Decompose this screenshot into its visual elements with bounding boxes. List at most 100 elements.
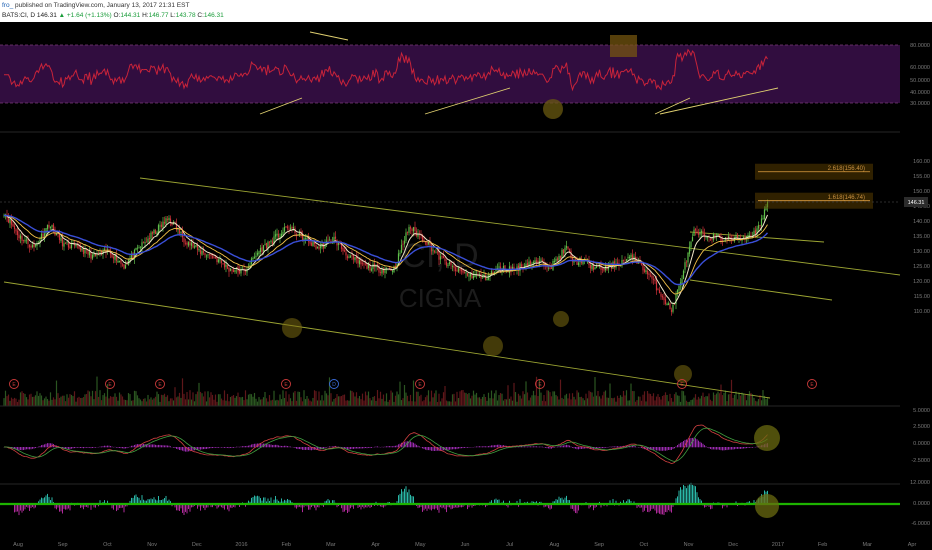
candle-body <box>441 256 443 258</box>
macd-hist-bar <box>78 447 80 448</box>
volume-bar <box>283 398 286 406</box>
candle-body <box>205 255 208 257</box>
macd-hist-bar <box>350 447 351 450</box>
candle-body <box>168 217 170 221</box>
macd-hist-bar <box>348 447 350 450</box>
volume-bar <box>30 393 32 406</box>
macd-hist-bar <box>614 446 615 448</box>
macd-hist-bar <box>269 444 270 448</box>
macd-hist-bar <box>741 447 743 449</box>
volume-bar <box>576 390 578 406</box>
candle-body <box>309 241 311 244</box>
x-tick-label: Oct <box>640 542 649 548</box>
macd-hist-bar <box>198 447 200 450</box>
candle-body <box>148 238 151 240</box>
volume-bar <box>97 396 100 406</box>
macd-hist-bar <box>173 447 174 448</box>
volume-bar <box>750 392 752 406</box>
volume-bar <box>411 401 413 406</box>
author-link[interactable]: fro_ <box>2 2 13 9</box>
fib-level-label: 1.618(146.74) <box>828 195 865 201</box>
volume-bar <box>280 399 283 406</box>
volume-bar <box>171 398 173 406</box>
volume-bar <box>10 397 13 406</box>
macd-hist-bar <box>170 446 171 448</box>
volume-bar <box>348 400 350 406</box>
volume-bar <box>6 396 8 406</box>
volume-bar <box>741 392 743 406</box>
candle-body <box>486 278 488 281</box>
volume-bar <box>36 391 38 406</box>
volume-bar <box>315 391 317 406</box>
macd-hist-bar <box>282 446 284 448</box>
candle-body <box>706 237 709 238</box>
macd-hist-bar <box>569 445 570 448</box>
candle-body <box>327 239 329 241</box>
macd-hist-bar <box>732 447 734 450</box>
macd-hist-bar <box>164 445 165 448</box>
candle-body <box>151 231 154 234</box>
momentum-bar <box>680 487 681 505</box>
symbol-label[interactable]: BATS:CI, D <box>2 12 35 19</box>
macd-hist-bar <box>20 447 21 450</box>
swing-low-circle <box>483 336 503 356</box>
candle-body <box>124 265 127 269</box>
candle-body <box>370 268 373 271</box>
volume-bar <box>204 391 206 406</box>
candle-body <box>444 258 446 262</box>
volume-bar <box>720 384 722 406</box>
candle-body <box>13 225 16 229</box>
volume-bar <box>763 395 766 406</box>
macd-hist-bar <box>66 447 68 449</box>
macd-hist-bar <box>347 447 348 450</box>
volume-bar <box>375 400 377 406</box>
volume-bar <box>552 391 554 406</box>
candle-body <box>702 230 704 232</box>
macd-hist-bar <box>71 447 72 449</box>
macd-hist-bar <box>434 447 435 451</box>
candle-body <box>693 229 695 236</box>
channel-line <box>689 279 833 301</box>
candle-body <box>60 237 62 242</box>
chart-canvas[interactable]: CI, D CIGNA 2.618(156.40) 1.618(146.74) E E… <box>0 22 932 550</box>
macd-hist-bar <box>546 447 548 449</box>
candle-body <box>520 264 523 267</box>
candle-body <box>216 258 218 263</box>
macd-hist-bar <box>735 447 737 449</box>
macd-hist-bar <box>101 446 102 448</box>
volume-bar <box>303 390 305 406</box>
candle-body <box>364 263 367 265</box>
candle-body <box>405 232 407 241</box>
price-tick-label: 150.00 <box>913 189 930 195</box>
macd-hist-bar <box>45 443 47 448</box>
volume-bar <box>126 400 128 406</box>
candle-body <box>424 242 427 244</box>
candle-body <box>64 242 67 244</box>
macd-hist-bar <box>542 446 543 448</box>
macd-hist-bar <box>666 447 668 451</box>
watermark-name: CIGNA <box>399 283 482 313</box>
candle-body <box>67 243 70 248</box>
volume-bar <box>729 393 731 406</box>
marker-letter: D <box>332 382 336 388</box>
macd-hist-bar <box>605 447 606 448</box>
volume-bar <box>324 390 326 406</box>
volume-bar <box>556 396 559 406</box>
macd-hist-bar <box>354 447 356 449</box>
volume-bar <box>549 392 551 406</box>
candle-body <box>427 242 430 245</box>
candle-body <box>282 231 284 235</box>
volume-bar <box>726 401 728 406</box>
volume-bar <box>105 396 107 406</box>
macd-hist-bar <box>162 445 164 448</box>
macd-hist-bar <box>495 444 497 448</box>
volume-bar <box>64 401 67 406</box>
candle-body <box>358 260 361 265</box>
volume-bar <box>138 398 140 406</box>
candle-body <box>15 229 17 232</box>
hist-tick-label: -6.0000 <box>911 521 930 527</box>
candle-body <box>255 255 257 257</box>
price-change: +1.64 (+1.13%) <box>66 12 112 19</box>
macd-hist-bar <box>656 447 657 451</box>
volume-bar <box>501 393 503 406</box>
